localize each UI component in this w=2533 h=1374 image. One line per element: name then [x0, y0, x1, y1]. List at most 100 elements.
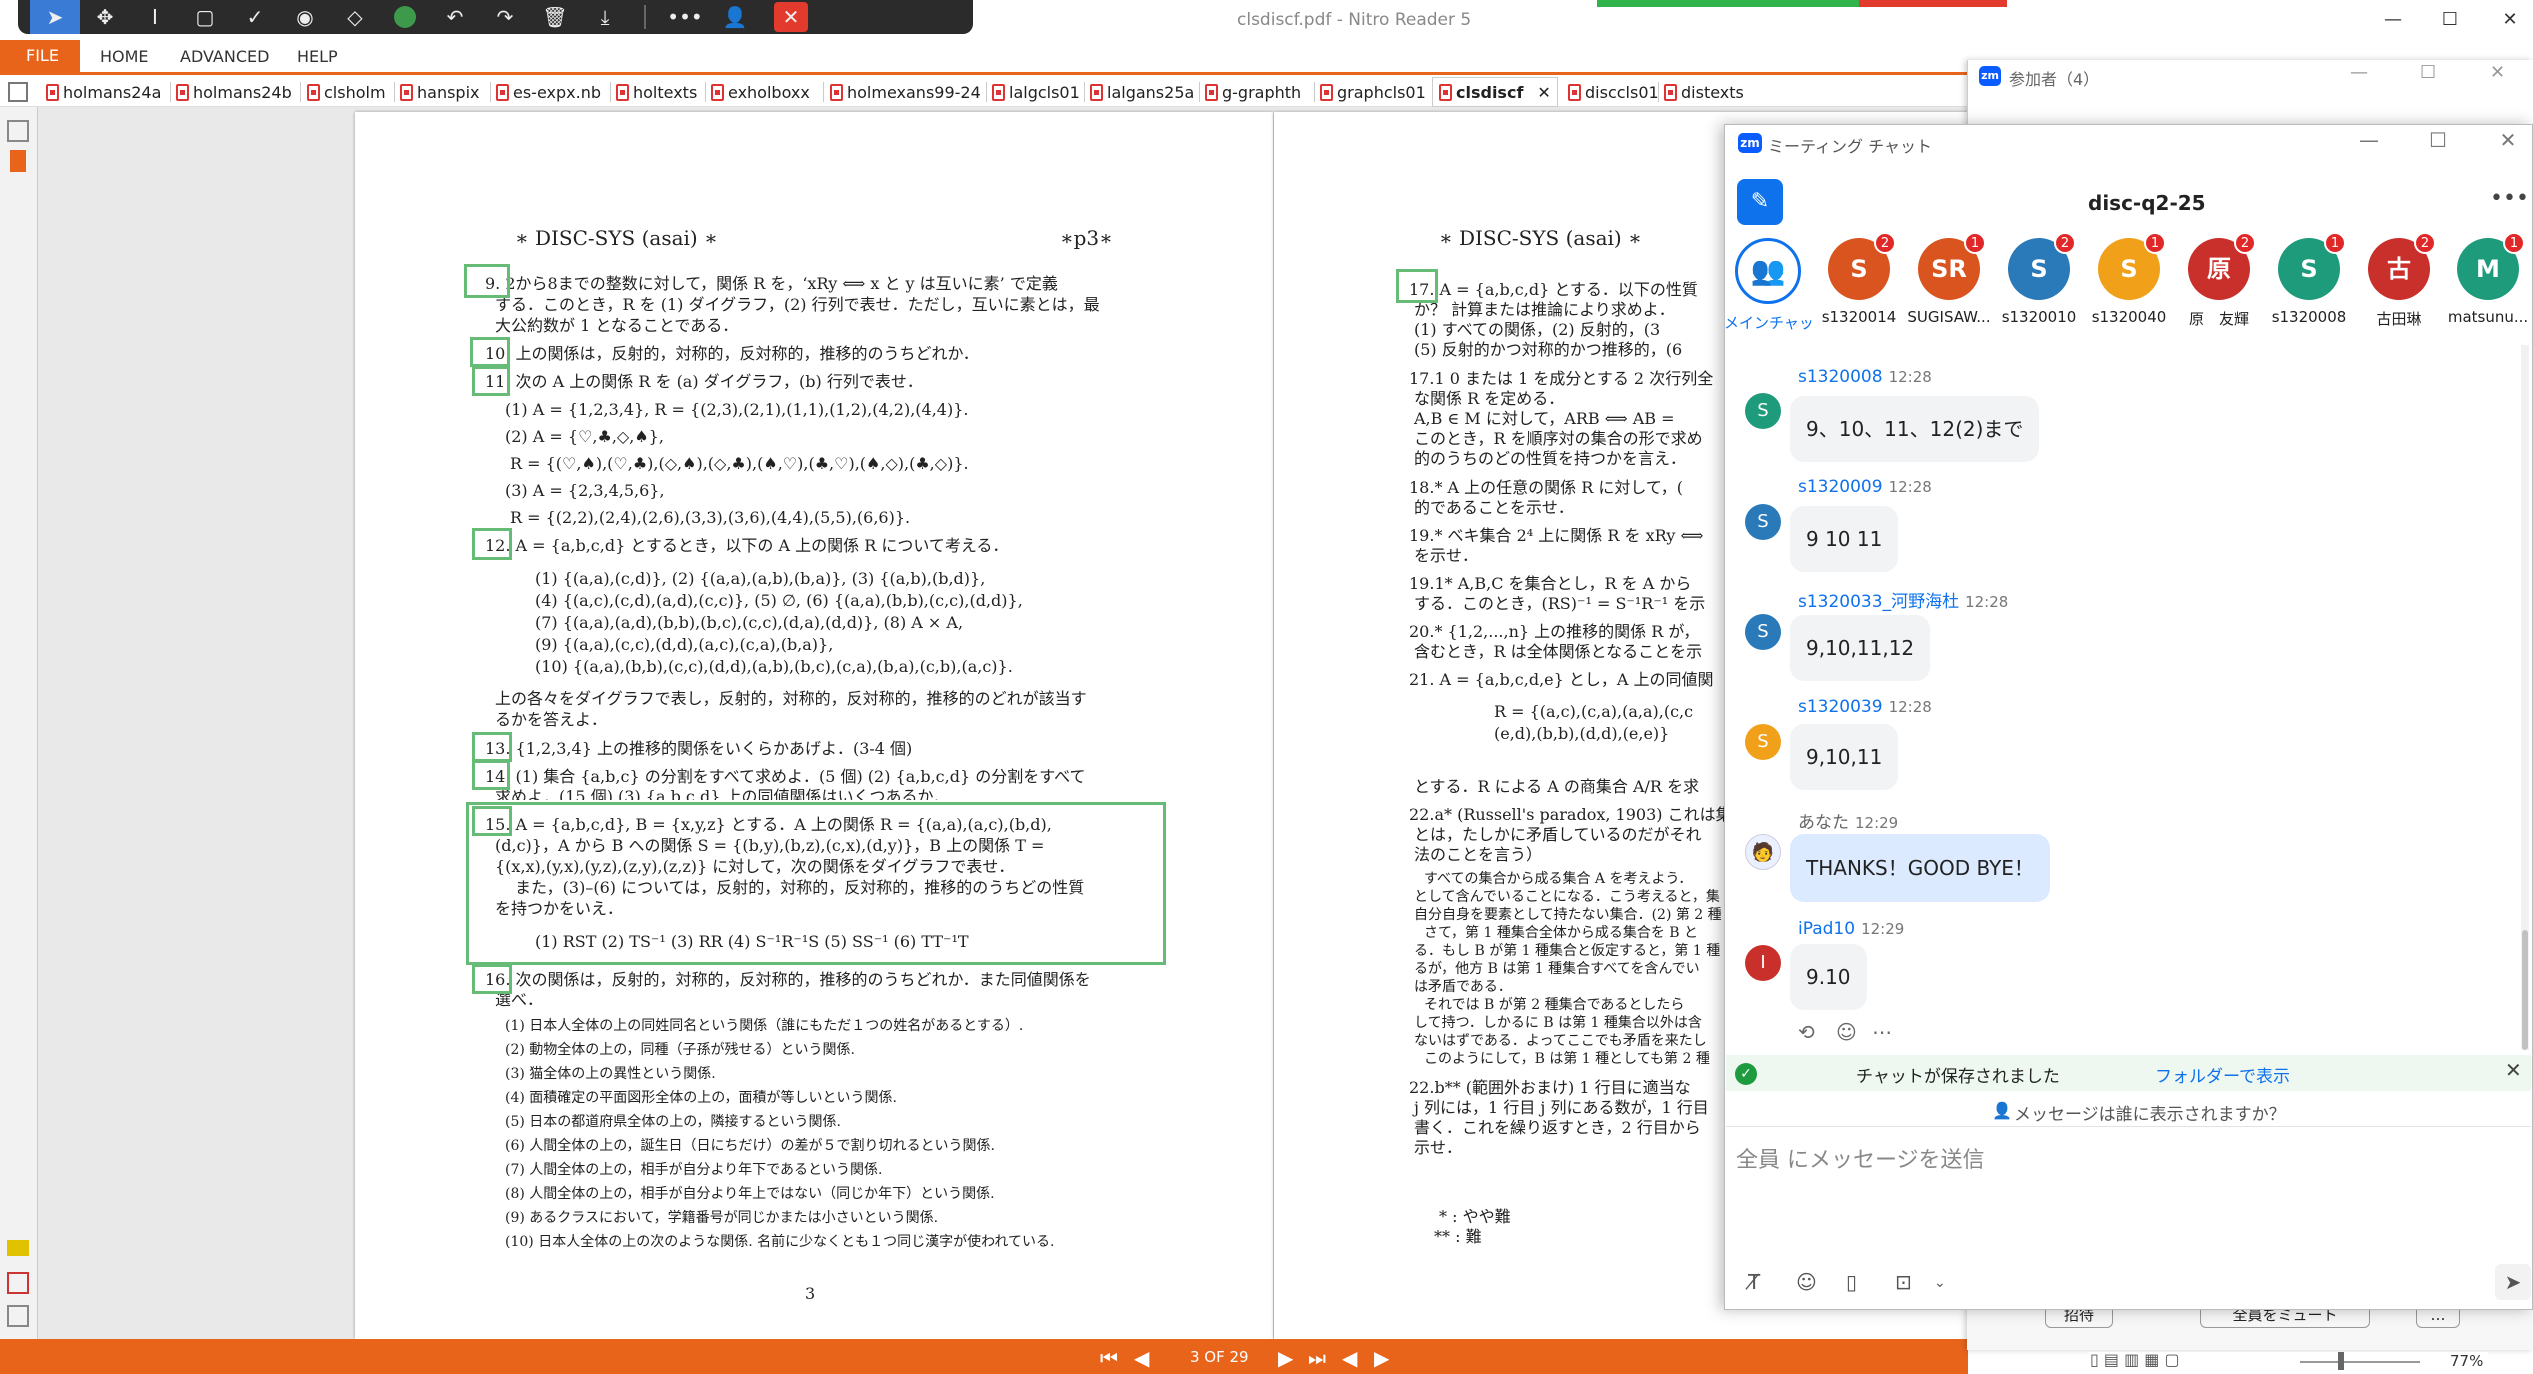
forward-icon[interactable]: ▶: [1374, 1346, 1389, 1370]
menu-tab-help[interactable]: HELP: [297, 47, 338, 66]
color-dot-icon[interactable]: [380, 0, 430, 34]
doc-tab[interactable]: holtexts: [616, 80, 697, 104]
file-icon[interactable]: ▯: [1846, 1270, 1857, 1294]
doc-tab[interactable]: es-expx.nb: [496, 80, 601, 104]
annotation-box[interactable]: [1396, 269, 1438, 303]
annotation-box-large[interactable]: [466, 802, 1166, 965]
annotation-box[interactable]: [472, 528, 512, 560]
minimize-button[interactable]: —: [2373, 4, 2413, 36]
zoom-slider[interactable]: [2300, 1361, 2420, 1363]
chevron-down-icon[interactable]: ⌄: [1934, 1275, 1946, 1291]
trash-icon[interactable]: 🗑: [530, 0, 580, 34]
message-bubble[interactable]: 9、10、11、12(2)まで: [1790, 396, 2040, 462]
close-tab-icon[interactable]: ✕: [1537, 83, 1550, 102]
show-in-folder-link[interactable]: フォルダーで表示: [2155, 1062, 2290, 1087]
last-page-icon[interactable]: ⏭: [1308, 1346, 1326, 1370]
channel-avatar[interactable]: 古2 古田琳: [2355, 232, 2443, 329]
menu-tab-advanced[interactable]: ADVANCED: [180, 47, 269, 66]
channel-avatar[interactable]: 原2 原 友輝: [2175, 232, 2263, 329]
visibility-info-link[interactable]: メッセージは誰に表示されますか？: [2014, 1100, 2286, 1125]
message-bubble[interactable]: 9,10,11: [1790, 724, 1899, 790]
undo-icon[interactable]: ↶: [430, 0, 480, 34]
annotation-box[interactable]: [472, 806, 512, 836]
stop-share-indicator[interactable]: [1859, 0, 2007, 7]
rectangle-icon[interactable]: ▢: [180, 0, 230, 34]
download-icon[interactable]: ⤓: [580, 0, 630, 34]
move-icon[interactable]: ✥: [80, 0, 130, 34]
more-icon[interactable]: •••: [2490, 186, 2529, 211]
doc-tab[interactable]: lalgcls01: [992, 80, 1080, 104]
screenshot-icon[interactable]: ⊡: [1895, 1270, 1912, 1294]
channel-avatar[interactable]: SR 1 SUGISAW...: [1905, 232, 1993, 326]
annotation-box[interactable]: [464, 264, 510, 298]
text-cursor-icon[interactable]: Ⅰ: [130, 0, 180, 34]
message-bubble[interactable]: 9.10: [1790, 944, 1867, 1010]
tab-list-icon[interactable]: [8, 82, 28, 102]
back-icon[interactable]: ◀: [1342, 1346, 1357, 1370]
channel-avatar[interactable]: S1 s1320040: [2085, 232, 2173, 326]
doc-tab[interactable]: holmexans99-24: [830, 80, 981, 104]
next-page-icon[interactable]: ▶: [1278, 1346, 1293, 1370]
doc-tab-active[interactable]: clsdiscf ✕: [1432, 77, 1558, 107]
more-icon[interactable]: •••: [660, 0, 710, 34]
check-icon[interactable]: ✓: [230, 0, 280, 34]
prev-page-icon[interactable]: ◀: [1134, 1346, 1149, 1370]
comments-icon[interactable]: [7, 1240, 29, 1256]
channel-avatar[interactable]: S2 s1320014: [1815, 232, 1903, 326]
redo-icon[interactable]: ↷: [480, 0, 530, 34]
annotation-box[interactable]: [470, 337, 510, 367]
zoom-level[interactable]: 77%: [2450, 1352, 2483, 1370]
menu-tab-home[interactable]: HOME: [100, 47, 149, 66]
message-bubble[interactable]: 9,10,11,12: [1790, 615, 1931, 681]
annotation-box[interactable]: [472, 366, 510, 396]
doc-tab[interactable]: holmans24b: [176, 80, 292, 104]
channel-avatar[interactable]: M1 matsunu...: [2444, 232, 2532, 326]
menu-tab-file[interactable]: FILE: [0, 40, 80, 72]
reply-icon[interactable]: ⟲: [1798, 1020, 1815, 1044]
emoji-icon[interactable]: ☺: [1796, 1270, 1817, 1294]
close-icon[interactable]: ✕: [2490, 62, 2505, 83]
doc-tab[interactable]: graphcls01: [1320, 80, 1426, 104]
annotation-box[interactable]: [472, 760, 510, 790]
doc-tab[interactable]: lalgans25a: [1090, 80, 1194, 104]
view-mode-icons[interactable]: ▯ ▤ ▥ ▦ ▢: [2090, 1350, 2180, 1369]
maximize-button[interactable]: ☐: [2430, 4, 2470, 36]
doc-tab[interactable]: exholboxx: [711, 80, 810, 104]
message-bubble[interactable]: 9 10 11: [1790, 506, 1899, 572]
pages-panel-icon[interactable]: [7, 120, 29, 142]
zoom-slider-thumb[interactable]: [2338, 1352, 2344, 1370]
maximize-icon[interactable]: ☐: [2420, 62, 2436, 83]
doc-tab[interactable]: g-graphth: [1205, 80, 1301, 104]
maximize-icon[interactable]: ☐: [2418, 128, 2458, 152]
attachments-icon[interactable]: [7, 1272, 29, 1294]
close-icon[interactable]: ✕: [2488, 128, 2528, 152]
eraser-icon[interactable]: ◇: [330, 0, 380, 34]
send-icon[interactable]: ➤: [2495, 1264, 2531, 1300]
emoji-react-icon[interactable]: ☺: [1836, 1020, 1857, 1044]
doc-tab[interactable]: clsholm: [307, 80, 386, 104]
annotation-box[interactable]: [472, 732, 512, 762]
doc-tab[interactable]: disccls01: [1568, 80, 1659, 104]
channel-main-chat[interactable]: 👥 メインチャット: [1724, 238, 1812, 333]
message-more-icon[interactable]: ⋯: [1872, 1020, 1892, 1044]
close-banner-icon[interactable]: ✕: [2505, 1058, 2522, 1082]
format-text-icon[interactable]: T̸: [1748, 1270, 1760, 1294]
minimize-icon[interactable]: —: [2349, 128, 2389, 152]
user-add-icon[interactable]: 👤: [710, 0, 760, 34]
compose-icon[interactable]: ✎: [1737, 179, 1783, 225]
doc-tab[interactable]: holmans24a: [46, 80, 161, 104]
stamp-icon[interactable]: ◉: [280, 0, 330, 34]
message-bubble-mine[interactable]: THANKS！GOOD BYE！: [1790, 834, 2050, 902]
first-page-icon[interactable]: ⏮: [1100, 1346, 1118, 1370]
close-toolbar-icon[interactable]: ✕: [774, 2, 808, 32]
chat-scrollbar-thumb[interactable]: [2522, 930, 2528, 1050]
channel-avatar[interactable]: S2 s1320010: [1995, 232, 2083, 326]
bookmarks-icon[interactable]: [10, 150, 26, 172]
annotation-box[interactable]: [472, 964, 512, 994]
page-counter[interactable]: 3 OF 29: [1190, 1348, 1249, 1366]
minimize-icon[interactable]: —: [2350, 62, 2368, 83]
channel-avatar[interactable]: S1 s1320008: [2265, 232, 2353, 326]
doc-tab[interactable]: distexts: [1664, 80, 1744, 104]
doc-tab[interactable]: hanspix: [400, 80, 480, 104]
select-arrow-icon[interactable]: ➤: [30, 0, 80, 34]
